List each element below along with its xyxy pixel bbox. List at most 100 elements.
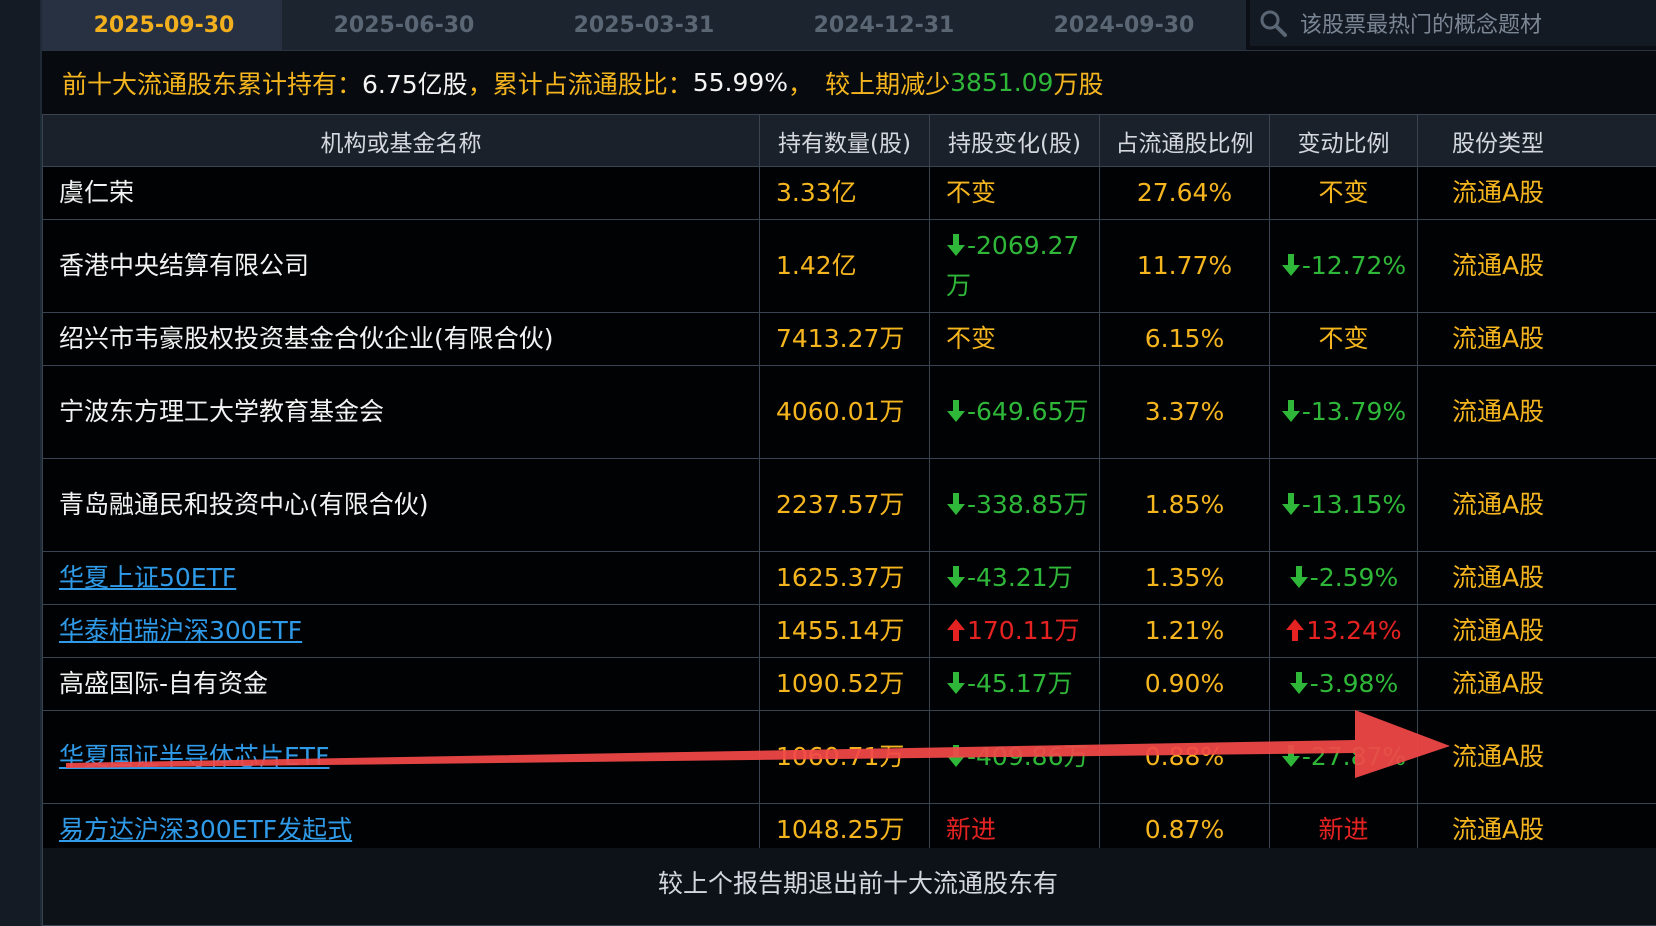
change-value: -649.65万 bbox=[967, 397, 1089, 426]
quantity-value: 1048.25万 bbox=[776, 815, 905, 844]
cell-ratio: 3.37% bbox=[1099, 365, 1270, 459]
change-pct-value: 13.24% bbox=[1306, 616, 1402, 645]
cell-name: 华夏国证半导体芯片ETF bbox=[42, 710, 760, 804]
col-header-ratio: 占流通股比例 bbox=[1099, 114, 1270, 167]
holder-name: 香港中央结算有限公司 bbox=[59, 251, 310, 280]
share-type-value: 流通A股 bbox=[1452, 397, 1545, 426]
cell-quantity: 1060.71万 bbox=[759, 710, 930, 804]
summary-value-ratio: 55.99% bbox=[692, 68, 789, 97]
change-pct-value: -12.72% bbox=[1301, 251, 1407, 280]
table-row: 香港中央结算有限公司 1.42亿 -2069.27万 11.77% -12.72% 流通A… bbox=[42, 219, 1656, 313]
cell-quantity: 4060.01万 bbox=[759, 365, 930, 459]
cell-quantity: 3.33亿 bbox=[759, 166, 930, 220]
quantity-value: 1455.14万 bbox=[776, 616, 905, 645]
share-type-value: 流通A股 bbox=[1452, 490, 1545, 519]
cell-name: 华泰柏瑞沪深300ETF bbox=[42, 604, 760, 658]
cell-change-pct: 不变 bbox=[1269, 166, 1418, 220]
cell-ratio: 1.85% bbox=[1099, 458, 1270, 552]
cell-ratio: 27.64% bbox=[1099, 166, 1270, 220]
arrow-down-icon bbox=[1281, 397, 1302, 426]
tab-2024-12-31[interactable]: 2024-12-31 bbox=[762, 0, 1006, 50]
arrow-down-icon bbox=[946, 669, 967, 698]
cell-share-type: 流通A股 bbox=[1417, 219, 1656, 313]
cell-quantity: 7413.27万 bbox=[759, 312, 930, 366]
cell-quantity: 1.42亿 bbox=[759, 219, 930, 313]
change-pct-value: -13.15% bbox=[1301, 490, 1407, 519]
cell-change-pct: -13.79% bbox=[1269, 365, 1418, 459]
arrow-down-icon bbox=[1289, 563, 1310, 592]
ratio-value: 0.88% bbox=[1144, 742, 1225, 771]
summary-unit-change: 万股 bbox=[1053, 69, 1104, 99]
cell-ratio: 1.21% bbox=[1099, 604, 1270, 658]
change-value: -338.85万 bbox=[967, 490, 1089, 519]
cell-quantity: 2237.57万 bbox=[759, 458, 930, 552]
holders-summary: 前十大流通股东累计持有： 6.75亿股 ， 累计占流通股比： 55.99% ， … bbox=[42, 50, 1656, 114]
col-header-quantity: 持有数量(股) bbox=[759, 114, 930, 167]
top-ten-holders-table: 机构或基金名称 持有数量(股) 持股变化(股) 占流通股比例 变动比例 股份类型… bbox=[42, 114, 1656, 857]
summary-label-ratio: 累计占流通股比： bbox=[492, 69, 693, 99]
share-type-value: 流通A股 bbox=[1452, 563, 1545, 592]
quantity-value: 1625.37万 bbox=[776, 563, 905, 592]
cell-change: 不变 bbox=[929, 312, 1100, 366]
tab-2024-09-30[interactable]: 2024-09-30 bbox=[1002, 0, 1246, 50]
share-type-value: 流通A股 bbox=[1452, 251, 1545, 280]
fund-link[interactable]: 华夏上证50ETF bbox=[59, 563, 236, 592]
tab-2025-06-30[interactable]: 2025-06-30 bbox=[282, 0, 526, 50]
cell-ratio: 1.35% bbox=[1099, 551, 1270, 605]
arrow-down-icon bbox=[946, 231, 967, 260]
concept-search-box[interactable]: 该股票最热门的概念题材 bbox=[1250, 0, 1656, 46]
summary-sep: ， bbox=[788, 69, 814, 99]
cell-share-type: 流通A股 bbox=[1417, 365, 1656, 459]
cell-change-pct: -13.15% bbox=[1269, 458, 1418, 552]
quantity-value: 7413.27万 bbox=[776, 324, 905, 353]
ratio-value: 1.85% bbox=[1144, 490, 1225, 519]
holder-name: 绍兴市韦豪股权投资基金合伙企业(有限合伙) bbox=[59, 324, 554, 353]
col-header-name: 机构或基金名称 bbox=[42, 114, 760, 167]
arrow-down-icon bbox=[1281, 251, 1302, 280]
fund-link[interactable]: 华泰柏瑞沪深300ETF bbox=[59, 616, 302, 645]
col-header-change: 持股变化(股) bbox=[929, 114, 1100, 167]
exited-holders-heading: 较上个报告期退出前十大流通股东有 bbox=[42, 848, 1656, 926]
tab-2025-03-31[interactable]: 2025-03-31 bbox=[522, 0, 766, 50]
ratio-value: 1.21% bbox=[1144, 616, 1225, 645]
share-type-value: 流通A股 bbox=[1452, 178, 1545, 207]
change-value: 新进 bbox=[946, 815, 997, 844]
fund-link[interactable]: 易方达沪深300ETF发起式 bbox=[59, 815, 352, 844]
cell-change-pct: 13.24% bbox=[1269, 604, 1418, 658]
holder-name: 青岛融通民和投资中心(有限合伙) bbox=[59, 490, 429, 519]
cell-ratio: 6.15% bbox=[1099, 312, 1270, 366]
cell-ratio: 0.88% bbox=[1099, 710, 1270, 804]
arrow-down-icon bbox=[946, 563, 967, 592]
arrow-up-icon bbox=[1285, 616, 1306, 645]
change-pct-value: -3.98% bbox=[1309, 669, 1399, 698]
tab-2025-09-30[interactable]: 2025-09-30 bbox=[42, 0, 286, 50]
cell-change: -649.65万 bbox=[929, 365, 1100, 459]
change-value: -409.86万 bbox=[967, 742, 1089, 771]
fund-link[interactable]: 华夏国证半导体芯片ETF bbox=[59, 742, 329, 771]
cell-change-pct: -2.59% bbox=[1269, 551, 1418, 605]
table-row: 绍兴市韦豪股权投资基金合伙企业(有限合伙) 7413.27万 不变 6.15% 不变 流通… bbox=[42, 312, 1656, 366]
cell-name: 虞仁荣 bbox=[42, 166, 760, 220]
ratio-value: 1.35% bbox=[1144, 563, 1225, 592]
exited-holders-label: 较上个报告期退出前十大流通股东有 bbox=[657, 869, 1058, 898]
left-panel-edge bbox=[0, 0, 42, 926]
arrow-down-icon bbox=[946, 490, 967, 519]
summary-label-change: 较上期减少 bbox=[825, 69, 951, 99]
arrow-down-icon bbox=[946, 742, 967, 771]
summary-value-change: 3851.09 bbox=[950, 68, 1054, 97]
cell-share-type: 流通A股 bbox=[1417, 710, 1656, 804]
table-header-row: 机构或基金名称 持有数量(股) 持股变化(股) 占流通股比例 变动比例 股份类型 bbox=[42, 114, 1656, 167]
share-type-value: 流通A股 bbox=[1452, 324, 1545, 353]
table-row: 华泰柏瑞沪深300ETF 1455.14万 170.11万 1.21% 13.24% 流通… bbox=[42, 604, 1656, 658]
cell-share-type: 流通A股 bbox=[1417, 604, 1656, 658]
share-type-value: 流通A股 bbox=[1452, 742, 1545, 771]
ratio-value: 6.15% bbox=[1144, 324, 1225, 353]
ratio-value: 27.64% bbox=[1136, 178, 1233, 207]
table-row: 华夏上证50ETF 1625.37万 -43.21万 1.35% -2.59% 流通A股 bbox=[42, 551, 1656, 605]
arrow-down-icon bbox=[946, 397, 967, 426]
cell-change: 不变 bbox=[929, 166, 1100, 220]
cell-share-type: 流通A股 bbox=[1417, 166, 1656, 220]
ratio-value: 0.87% bbox=[1144, 815, 1225, 844]
col-header-change-pct: 变动比例 bbox=[1269, 114, 1418, 167]
cell-name: 香港中央结算有限公司 bbox=[42, 219, 760, 313]
